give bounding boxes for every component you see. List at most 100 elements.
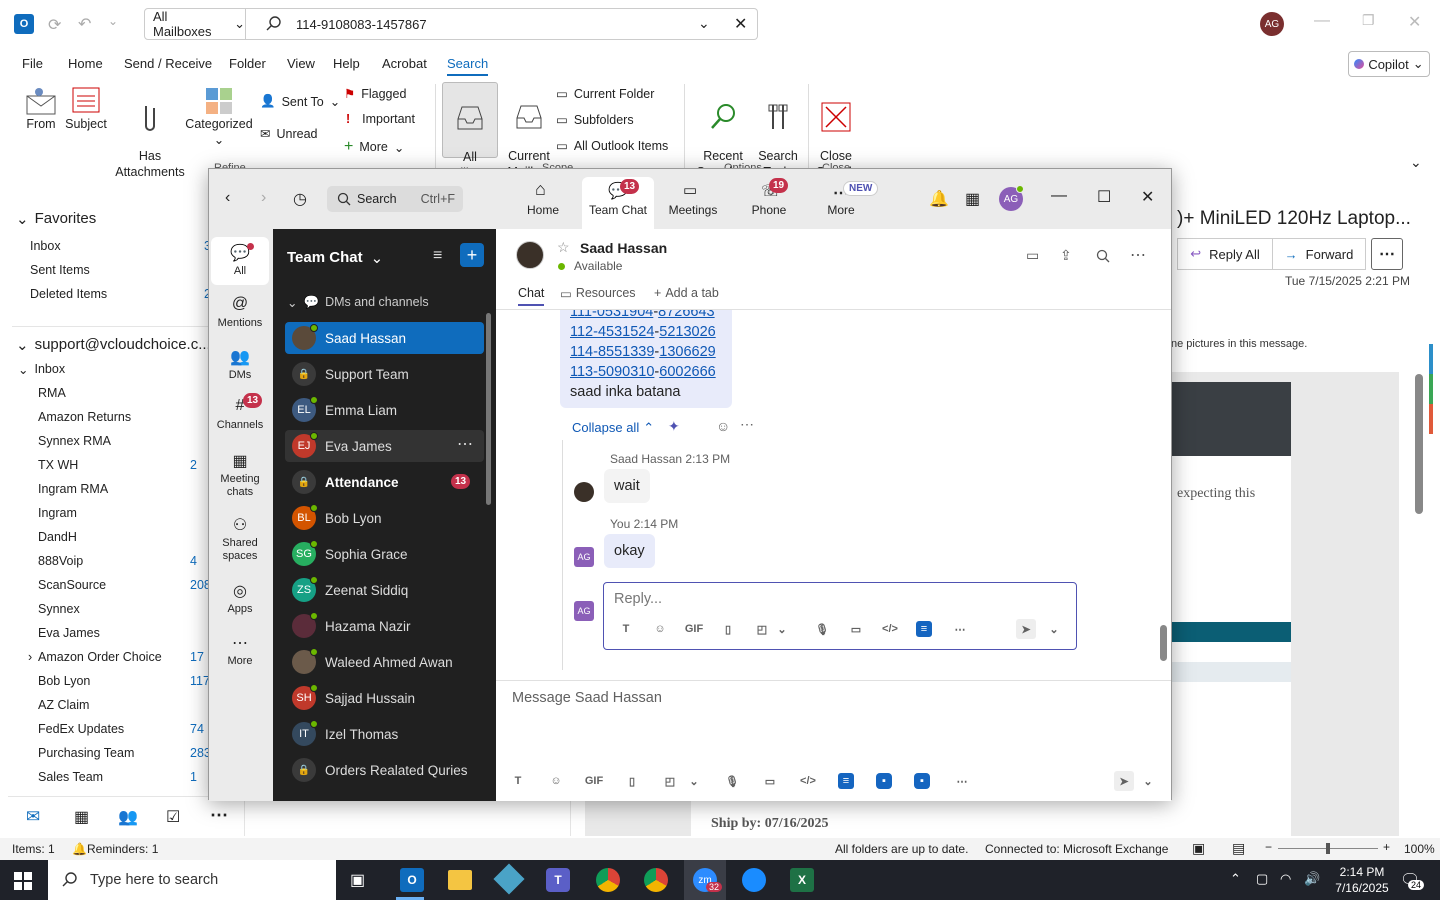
forward-nav-icon[interactable]: › xyxy=(261,189,266,207)
has-attachments-button[interactable]: Has Attachments xyxy=(112,86,188,196)
gif-icon[interactable]: GIF xyxy=(584,771,604,791)
chat-list-item[interactable]: 🔒 Orders Realated Quries xyxy=(285,754,484,786)
code-icon[interactable]: </> xyxy=(880,619,900,639)
chevron-up-icon[interactable]: ⌃ xyxy=(1230,871,1241,887)
tab-more[interactable]: ⋯ NEW More xyxy=(813,169,879,229)
favorite-deleted-items[interactable]: Deleted Items xyxy=(30,287,107,301)
rail-item-meeting-chats[interactable]: ▦ Meeting chats xyxy=(211,445,269,505)
chrome-icon[interactable] xyxy=(596,868,620,892)
sticker-icon[interactable]: ▯ xyxy=(718,619,738,639)
send-icon[interactable]: ➤ xyxy=(1016,619,1036,639)
chat-list-item[interactable]: SG Sophia Grace xyxy=(285,538,484,570)
copilot-sparkle-icon[interactable]: ✦ xyxy=(668,418,680,435)
new-chat-button[interactable]: + xyxy=(460,243,484,267)
order-link[interactable]: 1306629 xyxy=(659,344,715,360)
chat-list-item[interactable]: IT Izel Thomas xyxy=(285,718,484,750)
people-icon[interactable]: 👥 xyxy=(118,807,138,827)
more-actions-button[interactable]: ⋯ xyxy=(1371,238,1403,270)
app-icon[interactable]: ≡ xyxy=(838,773,854,789)
from-button[interactable]: From xyxy=(22,86,60,132)
menu-search[interactable]: Search xyxy=(447,56,489,76)
start-button[interactable] xyxy=(14,872,32,890)
code-icon[interactable]: </> xyxy=(798,771,818,791)
zoom-slider-thumb[interactable] xyxy=(1326,843,1330,854)
order-link[interactable]: 5213026 xyxy=(659,324,715,340)
chevron-down-icon[interactable]: ⌄ xyxy=(684,771,704,791)
taskbar-search[interactable]: Type here to search xyxy=(48,860,336,900)
menu-folder[interactable]: Folder xyxy=(229,56,266,71)
rail-item-mentions[interactable]: @ Mentions xyxy=(211,289,269,337)
format-icon[interactable]: T xyxy=(616,619,636,639)
reply-input[interactable]: Reply... xyxy=(614,591,662,607)
tab-phone[interactable]: ☏ 19 Phone xyxy=(739,169,799,229)
reply-box[interactable]: Reply... T ☺ GIF ▯ ◰ ⌄ 🎙 ▭ </> ≡ ⋯ ➤ ⌄ xyxy=(603,582,1077,650)
chat-list-item[interactable]: EJ Eva James ⋯ xyxy=(285,430,484,462)
network-tray-icon[interactable]: ▢ xyxy=(1256,871,1268,887)
reaction-icon[interactable]: ☺ xyxy=(716,418,730,434)
more-button[interactable]: + More ⌄ xyxy=(344,138,404,156)
rail-item-more[interactable]: ⋯ More xyxy=(211,627,269,675)
chat-list-item[interactable]: SH Sajjad Hussain xyxy=(285,682,484,714)
normal-view-icon[interactable]: ▣ xyxy=(1192,840,1205,857)
messenger-icon[interactable] xyxy=(742,868,766,892)
rail-item-channels[interactable]: # Channels 13 xyxy=(211,391,269,439)
calendar-icon[interactable]: ▦ xyxy=(965,189,980,209)
teams-search-box[interactable]: Search Ctrl+F xyxy=(327,186,463,212)
list-title[interactable]: Team Chat ⌄ xyxy=(287,249,383,267)
app-diamond-icon[interactable] xyxy=(493,863,525,895)
order-link[interactable]: 112-4531524 xyxy=(570,324,654,340)
reply-all-button[interactable]: ↩ Reply All xyxy=(1177,238,1273,270)
video-clip-icon[interactable]: ▭ xyxy=(846,619,866,639)
scrollbar-thumb[interactable] xyxy=(1415,374,1423,514)
star-icon[interactable]: ☆ xyxy=(557,239,570,256)
more-options-icon[interactable]: ⋯ xyxy=(740,416,754,433)
chevron-down-icon[interactable]: ⌄ xyxy=(1044,619,1064,639)
more-options-icon[interactable]: ⋯ xyxy=(1130,245,1146,265)
favorite-sent-items[interactable]: Sent Items xyxy=(30,263,90,277)
current-folder-button[interactable]: ▭ Current Folder xyxy=(556,86,654,102)
menu-home[interactable]: Home xyxy=(68,56,103,71)
order-link[interactable]: 6002666 xyxy=(659,364,715,380)
chat-list-item[interactable]: EL Emma Liam xyxy=(285,394,484,426)
more-apps-icon[interactable]: ⋯ xyxy=(210,805,228,826)
clock[interactable]: 2:14 PM 7/16/2025 xyxy=(1334,864,1390,896)
avatar[interactable]: AG xyxy=(1260,12,1284,36)
search-input[interactable]: 114-9108083-1457867 xyxy=(296,17,427,32)
reminders-count[interactable]: Reminders: 1 xyxy=(87,842,158,856)
chrome-profile-icon[interactable] xyxy=(644,868,668,892)
gif-icon[interactable]: GIF xyxy=(684,619,704,639)
order-link[interactable]: 8726643 xyxy=(658,310,714,320)
maximize-icon[interactable]: ☐ xyxy=(1097,187,1111,207)
send-icon[interactable]: ➤ xyxy=(1114,771,1134,791)
categorized-button[interactable]: Categorized ⌄ xyxy=(184,86,254,148)
video-call-icon[interactable]: ▭ xyxy=(1026,247,1039,264)
teams-search-input[interactable]: Search xyxy=(357,192,397,206)
emoji-icon[interactable]: ☺ xyxy=(650,619,670,639)
sync-icon[interactable]: ⟳ xyxy=(48,15,61,35)
tasks-icon[interactable]: ☑ xyxy=(166,807,180,827)
more-options-icon[interactable]: ⋯ xyxy=(952,771,972,791)
menu-view[interactable]: View xyxy=(287,56,315,71)
bell-icon[interactable]: 🔔 xyxy=(929,189,949,209)
favorites-header[interactable]: ⌄ Favorites xyxy=(16,210,96,228)
message-input[interactable]: Message Saad Hassan xyxy=(512,690,662,706)
favorite-inbox[interactable]: Inbox xyxy=(30,239,61,253)
important-button[interactable]: ! Important xyxy=(346,112,415,126)
rail-item-shared-spaces[interactable]: ⚇ Shared spaces xyxy=(211,509,269,569)
unread-button[interactable]: ✉ Unread xyxy=(260,126,317,142)
minimize-icon[interactable]: — xyxy=(1051,187,1067,205)
loop-icon[interactable]: ◰ xyxy=(752,619,772,639)
chat-list-item[interactable]: BL Bob Lyon xyxy=(285,502,484,534)
format-icon[interactable]: T xyxy=(508,771,528,791)
collapse-all-button[interactable]: Collapse all ⌃ xyxy=(572,420,654,436)
flagged-button[interactable]: ⚑ Flagged xyxy=(344,86,406,102)
teams-taskbar-icon[interactable]: T xyxy=(546,868,570,892)
outlook-taskbar-icon[interactable]: O xyxy=(400,868,424,892)
order-link[interactable]: 111-0531904 xyxy=(570,310,653,320)
excel-icon[interactable]: X xyxy=(790,868,814,892)
section-header[interactable]: ⌄ 💬 DMs and channels xyxy=(287,295,429,310)
app3-icon[interactable]: ▪ xyxy=(914,773,930,789)
menu-acrobat[interactable]: Acrobat xyxy=(382,56,427,71)
zoom-taskbar-slot[interactable]: zm 32 xyxy=(684,860,726,900)
chat-list-item[interactable]: 🔒 Support Team xyxy=(285,358,484,390)
